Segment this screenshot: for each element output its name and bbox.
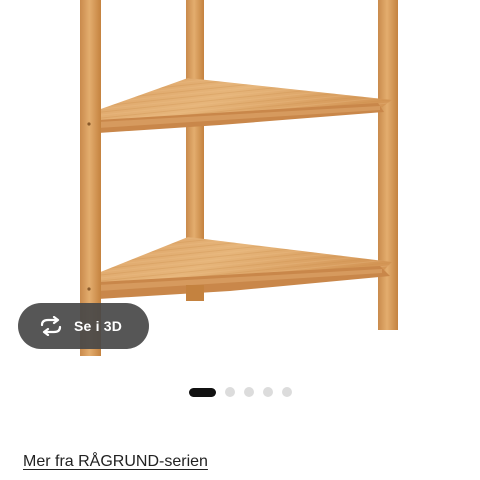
carousel-dots xyxy=(189,387,292,397)
carousel-dot-3[interactable] xyxy=(244,387,254,397)
upper-shelf xyxy=(98,78,392,133)
series-link[interactable]: Mer fra RÅGRUND-serien xyxy=(23,453,208,471)
back-post-right xyxy=(378,0,398,330)
view-3d-label: Se i 3D xyxy=(74,318,123,334)
lower-shelf xyxy=(98,237,392,301)
view-3d-button[interactable]: Se i 3D xyxy=(18,303,149,349)
rotate-3d-icon xyxy=(38,315,64,337)
carousel-dot-5[interactable] xyxy=(282,387,292,397)
carousel-dot-1[interactable] xyxy=(189,387,216,397)
carousel-dot-4[interactable] xyxy=(263,387,273,397)
carousel-dot-2[interactable] xyxy=(225,387,235,397)
